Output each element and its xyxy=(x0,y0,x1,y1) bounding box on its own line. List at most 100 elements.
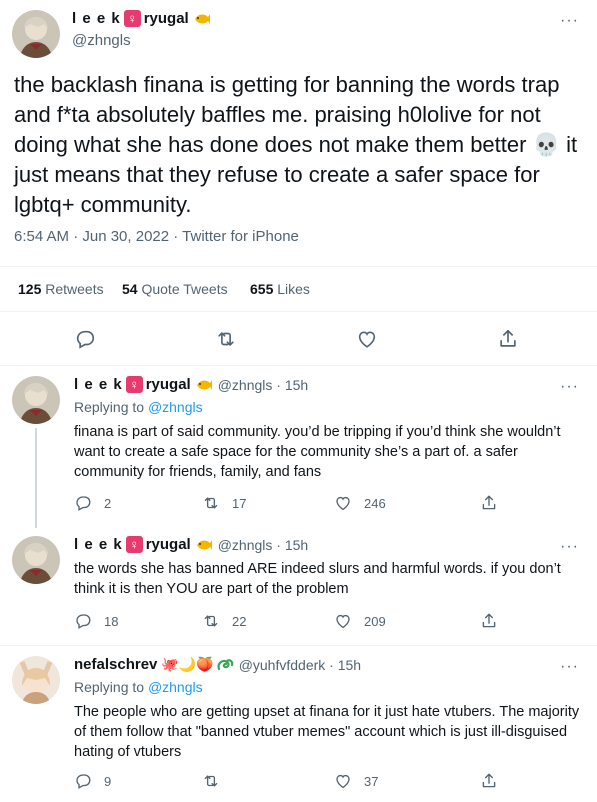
avatar[interactable] xyxy=(12,10,60,58)
more-icon[interactable]: ··· xyxy=(560,12,579,30)
reply-icon xyxy=(74,612,92,630)
reply-icon[interactable] xyxy=(74,328,96,350)
author-name-row[interactable]: l e e k ♀ ryugal @zhngls · 15h xyxy=(74,536,308,553)
author-name-row[interactable]: nefalschrev 🐙🌙🍑 @yuhfvfdderk · 15h xyxy=(74,656,361,673)
source[interactable]: Twitter for iPhone xyxy=(182,228,299,245)
retweet-icon[interactable] xyxy=(215,328,237,350)
like-button[interactable]: 37 xyxy=(334,772,378,790)
like-icon[interactable] xyxy=(356,328,378,350)
fish-emoji-icon xyxy=(196,379,212,390)
reply-count: 2 xyxy=(104,495,112,511)
reply-button[interactable]: 9 xyxy=(74,772,111,790)
like-count: 246 xyxy=(364,495,386,511)
tweet-text: finana is part of said community. you’d … xyxy=(74,424,561,480)
reply-tweet[interactable]: l e e k ♀ ryugal @zhngls · 15h ··· the w… xyxy=(0,526,597,646)
fish-emoji-icon xyxy=(196,539,212,550)
likes-label: Likes xyxy=(277,281,310,297)
retweet-icon xyxy=(202,612,220,630)
display-name[interactable]: l e e k xyxy=(74,376,123,393)
like-button[interactable]: 246 xyxy=(334,494,386,512)
swirl-emoji-icon xyxy=(217,658,233,670)
engagement-stats: 125 Retweets 54 Quote Tweets 655 Likes xyxy=(0,266,597,312)
like-icon xyxy=(334,612,352,630)
female-sign-badge: ♀ xyxy=(123,10,141,27)
quotes-count: 54 xyxy=(122,281,138,297)
retweet-count: 17 xyxy=(232,495,247,511)
share-icon xyxy=(480,494,498,512)
author-name-row[interactable]: l e e k ♀ ryugal @zhngls · 15h xyxy=(74,376,308,393)
more-icon[interactable]: ··· xyxy=(560,538,579,556)
reply-tweet[interactable]: l e e k ♀ ryugal @zhngls · 15h ··· Reply… xyxy=(0,366,597,528)
like-icon xyxy=(334,494,352,512)
likes-stat[interactable]: 655 Likes xyxy=(250,281,310,297)
reply-icon xyxy=(74,772,92,790)
main-tweet: l e e k ♀ ryugal @zhngls ··· the backlas… xyxy=(0,0,597,366)
quotes-label: Quote Tweets xyxy=(141,281,228,297)
share-icon xyxy=(480,772,498,790)
name-emoji: 🐙🌙🍑 xyxy=(161,656,214,672)
like-count: 209 xyxy=(364,613,386,629)
display-name[interactable]: l e e k xyxy=(72,10,121,27)
avatar[interactable] xyxy=(12,656,60,704)
retweets-count: 125 xyxy=(18,281,42,297)
share-icon xyxy=(480,612,498,630)
retweet-button[interactable]: 17 xyxy=(202,494,246,512)
share-icon[interactable] xyxy=(497,328,519,350)
tweet-meta: 6:54 AM · Jun 30, 2022 · Twitter for iPh… xyxy=(14,228,299,245)
avatar[interactable] xyxy=(12,536,60,584)
handle-time[interactable]: @yuhfvfdderk · 15h xyxy=(239,657,361,673)
share-button[interactable] xyxy=(480,494,510,512)
retweet-count: 22 xyxy=(232,613,247,629)
display-name-suffix[interactable]: ryugal xyxy=(144,10,189,27)
meta-separator: · xyxy=(169,228,183,245)
replying-prefix: Replying to xyxy=(74,679,145,695)
avatar[interactable] xyxy=(12,376,60,424)
like-button[interactable]: 209 xyxy=(334,612,386,630)
more-icon[interactable]: ··· xyxy=(560,658,579,676)
display-name[interactable]: l e e k xyxy=(74,536,123,553)
fish-emoji-icon xyxy=(194,13,210,24)
share-button[interactable] xyxy=(480,772,510,790)
reply-button[interactable]: 2 xyxy=(74,494,111,512)
display-name-suffix[interactable]: ryugal xyxy=(146,536,191,553)
reply-tweet[interactable]: nefalschrev 🐙🌙🍑 @yuhfvfdderk · 15h ··· R… xyxy=(0,646,597,802)
more-icon[interactable]: ··· xyxy=(560,378,579,396)
timestamp[interactable]: 6:54 AM · Jun 30, 2022 xyxy=(14,228,169,245)
tweet-text: The people who are getting upset at fina… xyxy=(74,704,580,760)
reply-action-bar: 2 17 246 xyxy=(74,494,574,514)
share-button[interactable] xyxy=(480,612,510,630)
retweets-stat[interactable]: 125 Retweets xyxy=(18,281,104,297)
tweet-text: the backlash finana is getting for banni… xyxy=(14,72,578,217)
reply-action-bar: 18 22 209 xyxy=(74,612,574,632)
display-name[interactable]: nefalschrev xyxy=(74,656,157,673)
like-icon xyxy=(334,772,352,790)
handle-time[interactable]: @zhngls · 15h xyxy=(218,537,308,553)
display-name-suffix[interactable]: ryugal xyxy=(146,376,191,393)
author-handle[interactable]: @zhngls xyxy=(72,32,131,49)
reply-button[interactable]: 18 xyxy=(74,612,118,630)
quotes-stat[interactable]: 54 Quote Tweets xyxy=(122,281,228,297)
retweet-icon xyxy=(202,494,220,512)
replying-to: Replying to @zhngls xyxy=(74,679,203,695)
like-count: 37 xyxy=(364,773,379,789)
replying-prefix: Replying to xyxy=(74,399,145,415)
reply-action-bar: 9 37 xyxy=(74,772,574,792)
female-sign-badge: ♀ xyxy=(125,376,143,393)
likes-count: 655 xyxy=(250,281,274,297)
replying-handle[interactable]: @zhngls xyxy=(148,679,203,695)
reply-icon xyxy=(74,494,92,512)
replying-to: Replying to @zhngls xyxy=(74,399,203,415)
tweet-text: the words she has banned ARE indeed slur… xyxy=(74,561,561,597)
thread-line xyxy=(35,428,37,528)
female-sign-badge: ♀ xyxy=(125,536,143,553)
main-action-bar xyxy=(0,312,597,366)
reply-count: 9 xyxy=(104,773,112,789)
handle-time[interactable]: @zhngls · 15h xyxy=(218,377,308,393)
retweets-label: Retweets xyxy=(45,281,104,297)
replying-handle[interactable]: @zhngls xyxy=(148,399,203,415)
reply-count: 18 xyxy=(104,613,119,629)
retweet-button[interactable] xyxy=(202,772,232,790)
author-name-row[interactable]: l e e k ♀ ryugal xyxy=(72,10,211,27)
retweet-icon xyxy=(202,772,220,790)
retweet-button[interactable]: 22 xyxy=(202,612,246,630)
